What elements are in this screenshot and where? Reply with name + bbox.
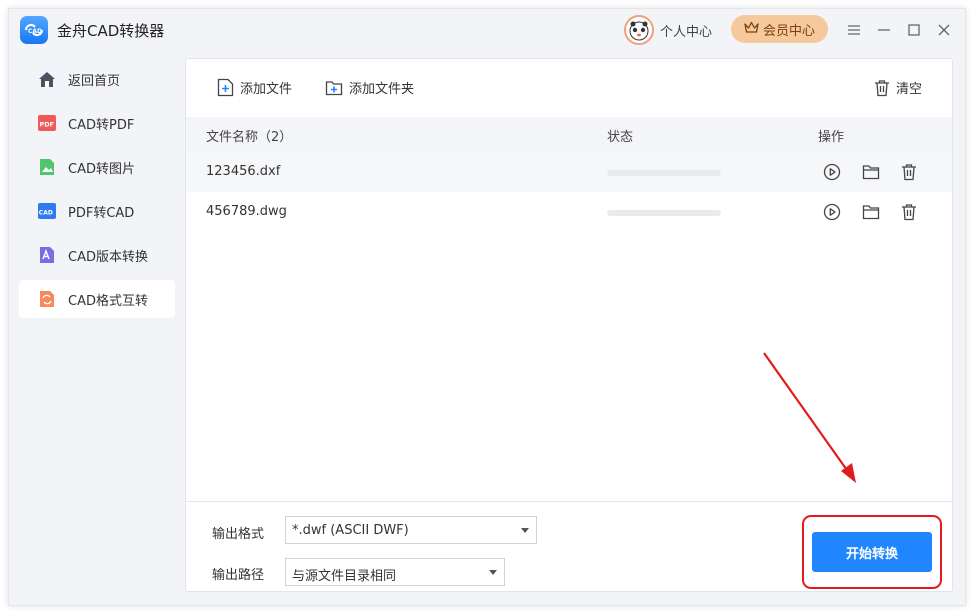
annotation-arrow (763, 352, 856, 483)
